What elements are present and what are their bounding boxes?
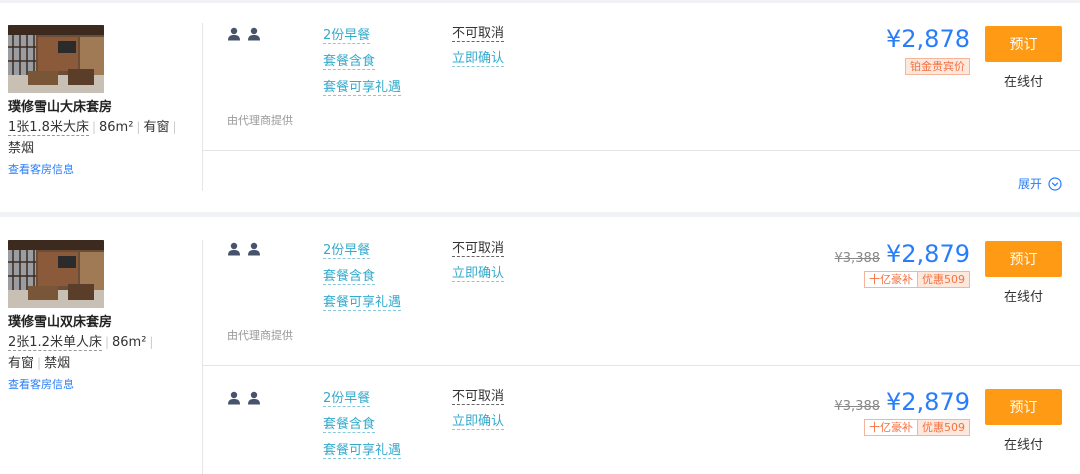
smoking-info: 禁烟: [44, 356, 71, 371]
cancel-policy[interactable]: 不可取消: [452, 389, 505, 405]
breakfast-label[interactable]: 2份早餐: [323, 391, 371, 407]
person-icon: [247, 242, 261, 256]
book-button[interactable]: 预订: [985, 26, 1062, 62]
person-icon: [247, 27, 261, 41]
person-icon: [227, 391, 241, 405]
room-attributes: 1张1.8米大床 | 86m² | 有窗 | 禁烟: [8, 120, 177, 156]
breakfast-label[interactable]: 2份早餐: [323, 243, 371, 259]
view-room-info-link[interactable]: 查看客房信息: [8, 161, 198, 177]
booking-block: 预订 在线付: [985, 389, 1062, 453]
book-button[interactable]: 预订: [985, 389, 1062, 425]
cancel-policy[interactable]: 不可取消: [452, 241, 505, 257]
policy-info: 不可取消 立即确认: [452, 237, 505, 286]
window-info: 有窗: [143, 120, 170, 135]
package-meal-label[interactable]: 套餐含食: [323, 417, 376, 433]
policy-info: 不可取消 立即确认: [452, 22, 505, 71]
room-attributes: 2张1.2米单人床 | 86m² | 有窗 | 禁烟: [8, 335, 154, 371]
member-price-badge: 铂金贵宾价: [905, 58, 970, 75]
subsidy-badge: 十亿豪补: [864, 271, 918, 288]
package-meal-label[interactable]: 套餐含食: [323, 54, 376, 70]
pay-online-label: 在线付: [1003, 290, 1043, 305]
provider-note: 由代理商提供: [227, 114, 293, 127]
guest-count: [227, 27, 261, 41]
expand-label: 展开: [1017, 177, 1042, 191]
price-block: ¥3,388 ¥2,879 十亿豪补 优惠509: [835, 388, 970, 436]
original-price: ¥3,388: [834, 399, 881, 414]
meal-info: 2份早餐 套餐含食 套餐可享礼遇: [323, 238, 402, 316]
booking-block: 预订 在线付: [985, 26, 1062, 90]
meal-info: 2份早餐 套餐含食 套餐可享礼遇: [323, 23, 402, 101]
booking-block: 预订 在线付: [985, 241, 1062, 305]
subsidy-badge: 十亿豪补: [864, 419, 918, 436]
discount-badge: 优惠509: [918, 271, 970, 288]
package-perk-label[interactable]: 套餐可享礼遇: [323, 80, 402, 96]
book-button[interactable]: 预订: [985, 241, 1062, 277]
window-info: 有窗: [8, 356, 35, 371]
room-area: 86m²: [112, 335, 147, 350]
confirm-policy[interactable]: 立即确认: [452, 265, 505, 282]
rate-plan: 2份早餐 套餐含食 套餐可享礼遇 不可取消 立即确认 ¥3,388 ¥2,879 …: [203, 366, 1080, 474]
package-meal-label[interactable]: 套餐含食: [323, 269, 376, 285]
chevron-down-circle-icon: [1048, 176, 1062, 191]
price: ¥2,879: [886, 388, 970, 416]
pay-online-label: 在线付: [1003, 75, 1043, 90]
room-photo[interactable]: [8, 240, 104, 308]
breakfast-label[interactable]: 2份早餐: [323, 28, 371, 44]
original-price: ¥3,388: [834, 251, 881, 266]
price: ¥2,878: [886, 25, 970, 53]
room-name: 璞修雪山大床套房: [8, 100, 113, 115]
room-area: 86m²: [99, 120, 134, 135]
bed-type[interactable]: 2张1.2米单人床: [8, 335, 102, 351]
room-info: 璞修雪山大床套房 1张1.8米大床 | 86m² | 有窗 | 禁烟 查看客房信息: [8, 25, 198, 177]
pay-online-label: 在线付: [1003, 438, 1043, 453]
meal-info: 2份早餐 套餐含食 套餐可享礼遇: [323, 386, 402, 464]
discount-badge: 优惠509: [918, 419, 970, 436]
person-icon: [247, 391, 261, 405]
room-info: 璞修雪山双床套房 2张1.2米单人床 | 86m² | 有窗 | 禁烟 查看客房信息: [8, 240, 198, 392]
room-card: 璞修雪山大床套房 1张1.8米大床 | 86m² | 有窗 | 禁烟 查看客房信息 2份早…: [0, 3, 1080, 212]
price: ¥2,879: [886, 240, 970, 268]
provider-note: 由代理商提供: [227, 329, 293, 342]
room-name: 璞修雪山双床套房: [8, 315, 113, 330]
row-divider: [203, 150, 1080, 151]
guest-count: [227, 391, 261, 405]
price-block: ¥3,388 ¥2,879 十亿豪补 优惠509: [835, 240, 970, 288]
confirm-policy[interactable]: 立即确认: [452, 413, 505, 430]
person-icon: [227, 242, 241, 256]
view-room-info-link[interactable]: 查看客房信息: [8, 376, 198, 392]
room-card: 璞修雪山双床套房 2张1.2米单人床 | 86m² | 有窗 | 禁烟 查看客房信息 2份…: [0, 217, 1080, 474]
package-perk-label[interactable]: 套餐可享礼遇: [323, 443, 402, 459]
expand-toggle[interactable]: 展开: [1018, 175, 1062, 192]
package-perk-label[interactable]: 套餐可享礼遇: [323, 295, 402, 311]
bed-type[interactable]: 1张1.8米大床: [8, 120, 89, 136]
cancel-policy[interactable]: 不可取消: [452, 26, 505, 42]
policy-info: 不可取消 立即确认: [452, 385, 505, 434]
person-icon: [227, 27, 241, 41]
guest-count: [227, 242, 261, 256]
rate-plan: 2份早餐 套餐含食 套餐可享礼遇 不可取消 立即确认 由代理商提供 ¥3,388…: [203, 217, 1080, 365]
confirm-policy[interactable]: 立即确认: [452, 50, 505, 67]
rate-plan: 2份早餐 套餐含食 套餐可享礼遇 不可取消 立即确认 由代理商提供 ¥2,878…: [203, 3, 1080, 150]
smoking-info: 禁烟: [8, 141, 35, 156]
price-block: ¥2,878 铂金贵宾价: [886, 25, 970, 75]
room-photo[interactable]: [8, 25, 104, 93]
